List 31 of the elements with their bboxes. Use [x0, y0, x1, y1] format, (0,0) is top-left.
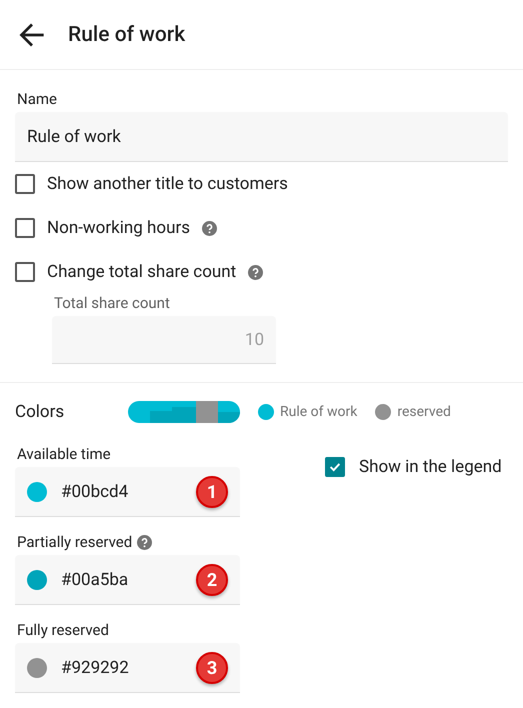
- color-value: #929292: [61, 658, 129, 678]
- checkbox-label: Non-working hours: [47, 218, 190, 238]
- section-label: Colors: [15, 402, 66, 422]
- checkbox-label: Change total share count: [47, 262, 236, 282]
- field-label: Total share count: [54, 294, 171, 312]
- number-marker: 1: [196, 476, 228, 508]
- number-marker: 3: [196, 652, 228, 684]
- number-marker: 2: [196, 564, 228, 596]
- help-icon[interactable]: [137, 534, 152, 550]
- legend-label: Rule of work: [280, 404, 358, 420]
- color-field[interactable]: #00a5ba 2: [15, 555, 240, 605]
- color-value: #00bcd4: [61, 482, 128, 502]
- checkbox[interactable]: [15, 262, 35, 282]
- checkbox[interactable]: [15, 174, 35, 194]
- help-icon[interactable]: [248, 264, 264, 280]
- back-arrow-icon[interactable]: [18, 20, 46, 48]
- checkbox[interactable]: [325, 457, 345, 477]
- field-label: Available time: [17, 445, 112, 463]
- name-field[interactable]: Rule of work: [15, 112, 508, 162]
- color-field[interactable]: #929292 3: [15, 643, 240, 693]
- legend-label: reserved: [397, 404, 451, 420]
- color-field[interactable]: #00bcd4 1: [15, 467, 240, 517]
- field-label: Partially reserved: [17, 533, 240, 551]
- checkbox[interactable]: [15, 218, 35, 238]
- help-icon[interactable]: [202, 220, 218, 236]
- checkbox-label: Show in the legend: [359, 457, 502, 477]
- page-title: Rule of work: [68, 22, 186, 46]
- checkbox-label: Show another title to customers: [47, 174, 288, 194]
- field-label: Name: [17, 90, 58, 108]
- color-value: #00a5ba: [61, 570, 128, 590]
- field-label: Fully reserved: [17, 621, 110, 639]
